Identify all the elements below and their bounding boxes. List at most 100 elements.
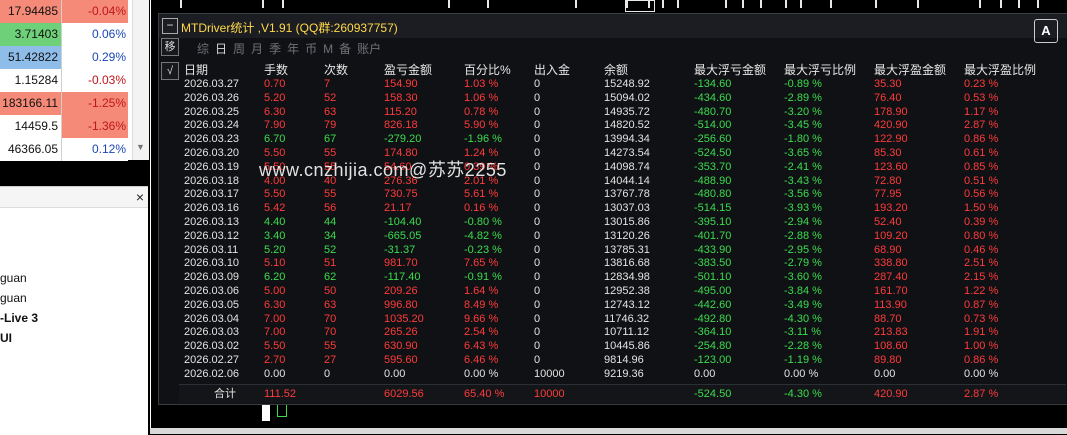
navigator-item[interactable]: UI — [0, 331, 12, 345]
market-watch-row[interactable]: 1.15284 -0.03% — [0, 69, 148, 93]
table-row[interactable]: 2026.03.02 5.50 55 630.90 6.43 % 0 10445.86 -25… — [179, 340, 1066, 354]
table-cell: 1.64 % — [464, 284, 499, 297]
table-cell: 109.20 — [874, 229, 908, 242]
table-row[interactable]: 2026.03.24 7.90 79 826.18 5.90 % 0 14820.52 -51… — [179, 119, 1066, 133]
market-watch-row[interactable]: 51.42822 0.29% — [0, 46, 148, 70]
market-watch-row[interactable]: 183166.11 -1.25% — [0, 92, 148, 116]
table-cell: 0.86 % — [964, 133, 999, 146]
navigator-item[interactable]: -Live 3 — [0, 311, 38, 325]
table-cell: 1.17 % — [964, 105, 999, 118]
market-watch-row[interactable]: 14459.5 -1.36% — [0, 115, 148, 139]
table-cell: -383.50 — [694, 257, 732, 270]
minimize-button[interactable]: − — [162, 18, 178, 34]
table-cell: -3.56 % — [784, 188, 822, 201]
scroll-down-icon[interactable]: ▼ — [136, 142, 145, 152]
move-button[interactable]: 移 — [161, 38, 179, 56]
table-row[interactable]: 2026.03.12 3.40 34 -665.05 -4.82 % 0 13120.26 -… — [179, 230, 1066, 244]
table-row[interactable]: 2026.03.06 5.00 50 209.26 1.64 % 0 12952.38 -49… — [179, 285, 1066, 299]
table-cell: -3.60 % — [784, 271, 822, 284]
period-tab[interactable]: 周 — [233, 40, 245, 57]
table-cell: -2.28 % — [784, 340, 822, 353]
table-row[interactable]: 2026.02.06 0.00 0 0.00 0.00 % 10000 9219.36 0.0… — [179, 368, 1066, 382]
table-cell: 2.70 — [264, 353, 286, 366]
table-cell: -364.10 — [694, 326, 732, 339]
table-cell: 2026.03.19 — [184, 160, 240, 173]
period-tab[interactable]: 月 — [251, 40, 263, 57]
column-header[interactable]: 盈亏金额 — [384, 61, 432, 78]
table-row[interactable]: 2026.03.13 4.40 44 -104.40 -0.80 % 0 13015.86 -… — [179, 216, 1066, 230]
table-row[interactable]: 2026.03.26 5.20 52 158.30 1.06 % 0 15094.02 -43… — [179, 92, 1066, 106]
navigator-item[interactable]: guan — [0, 291, 27, 305]
table-cell: 70 — [324, 326, 337, 339]
table-cell: -3.84 % — [784, 284, 822, 297]
period-tab[interactable]: 年 — [287, 40, 299, 57]
column-header[interactable]: 最大浮亏金额 — [694, 61, 766, 78]
table-cell: 68.90 — [874, 243, 902, 256]
table-row[interactable]: 2026.03.23 6.70 67 -279.20 -1.96 % 0 13994.34 -… — [179, 133, 1066, 147]
navigator-panel: × guan guan -Live 3 UI — [0, 186, 148, 435]
table-cell: 7.00 — [264, 326, 286, 339]
period-tab[interactable]: 币 — [305, 40, 317, 57]
table-row[interactable]: 2026.02.27 2.70 27 595.60 6.46 % 0 9814.96 -123… — [179, 354, 1066, 368]
market-price: 46366.05 — [0, 138, 62, 161]
period-tab[interactable]: 备 — [339, 40, 351, 57]
period-tab[interactable]: 日 — [215, 40, 227, 57]
table-cell: 0.46 % — [964, 243, 999, 256]
column-header[interactable]: 手数 — [264, 61, 288, 78]
column-header[interactable]: 次数 — [324, 61, 348, 78]
column-header[interactable]: 日期 — [184, 61, 208, 78]
table-cell: 7.65 % — [464, 257, 499, 270]
candle-mark — [677, 0, 679, 8]
navigator-item[interactable]: guan — [0, 271, 27, 285]
table-row[interactable]: 2026.03.27 0.70 7 154.90 1.03 % 0 15248.92 -134… — [179, 78, 1066, 92]
table-row[interactable]: 2026.03.16 5.42 56 21.17 0.16 % 0 13037.03 -514… — [179, 202, 1066, 216]
period-tab[interactable]: 账户 — [357, 40, 381, 57]
period-tab[interactable]: 综 — [197, 40, 209, 57]
candle-mark — [800, 0, 802, 8]
candle-mark — [625, 0, 655, 12]
table-row[interactable]: 2026.03.05 6.30 63 996.80 8.49 % 0 12743.12 -44… — [179, 299, 1066, 313]
table-cell: 630.90 — [384, 340, 418, 353]
period-tab[interactable]: M — [323, 42, 333, 56]
column-header[interactable]: 出入金 — [534, 61, 570, 78]
table-cell: 0 — [534, 78, 541, 90]
column-header[interactable]: 百分比% — [464, 61, 511, 78]
table-row[interactable]: 2026.03.04 7.00 70 1035.20 9.66 % 0 11746.32 -4… — [179, 313, 1066, 327]
table-cell: 161.70 — [874, 284, 908, 297]
close-icon[interactable]: × — [136, 189, 144, 205]
total-max-float-profit: 420.90 — [874, 388, 908, 400]
panel-titlebar[interactable]: − MTDriver统计 ,V1.91 (QQ群:260937757) A — [159, 14, 1067, 43]
candle-mark — [448, 0, 450, 8]
table-cell: 2026.03.11 — [184, 243, 239, 256]
table-cell: 0 — [534, 298, 541, 311]
table-cell: 0.80 % — [964, 229, 999, 242]
total-lots: 111.52 — [264, 388, 297, 400]
market-watch-scrollbar[interactable] — [132, 0, 149, 160]
column-header[interactable]: 最大浮盈金额 — [874, 61, 946, 78]
market-watch-row[interactable]: 3.71403 0.06% — [0, 23, 148, 47]
table-row[interactable]: 2026.03.25 6.30 63 115.20 0.78 % 0 14935.72 -48… — [179, 106, 1066, 120]
column-header[interactable]: 最大浮亏比例 — [784, 61, 856, 78]
table-cell: 5.42 — [264, 202, 286, 215]
table-cell: 52 — [324, 243, 337, 256]
column-header[interactable]: 最大浮盈比例 — [964, 61, 1036, 78]
table-cell: 6.30 — [264, 298, 286, 311]
check-button[interactable]: √ — [161, 62, 179, 80]
table-row[interactable]: 2026.03.11 5.20 52 -31.37 -0.23 % 0 13785.31 -4… — [179, 244, 1066, 258]
table-cell: 0.00 % — [964, 367, 999, 380]
table-cell: 15094.02 — [604, 91, 650, 104]
table-row[interactable]: 2026.03.10 5.10 51 981.70 7.65 % 0 13816.68 -38… — [179, 257, 1066, 271]
column-header[interactable]: 余额 — [604, 61, 628, 78]
market-watch-row[interactable]: 46366.05 0.12% — [0, 138, 148, 162]
table-cell: 2026.03.09 — [184, 271, 240, 284]
market-watch-row[interactable]: 17.94485 -0.04% — [0, 0, 148, 24]
table-cell: 13767.78 — [604, 188, 650, 201]
table-row[interactable]: 2026.03.17 5.50 55 730.75 5.61 % 0 13767.78 -48… — [179, 188, 1066, 202]
table-cell: 79 — [324, 119, 337, 132]
table-cell: 0.16 % — [464, 202, 499, 215]
table-cell: 1.03 % — [464, 78, 499, 90]
table-row[interactable]: 2026.03.09 6.20 62 -117.40 -0.91 % 0 12834.98 -… — [179, 271, 1066, 285]
table-row[interactable]: 2026.03.03 7.00 70 265.26 2.54 % 0 10711.12 -36… — [179, 326, 1066, 340]
font-size-icon[interactable]: A — [1034, 19, 1058, 43]
period-tab[interactable]: 季 — [269, 40, 281, 57]
